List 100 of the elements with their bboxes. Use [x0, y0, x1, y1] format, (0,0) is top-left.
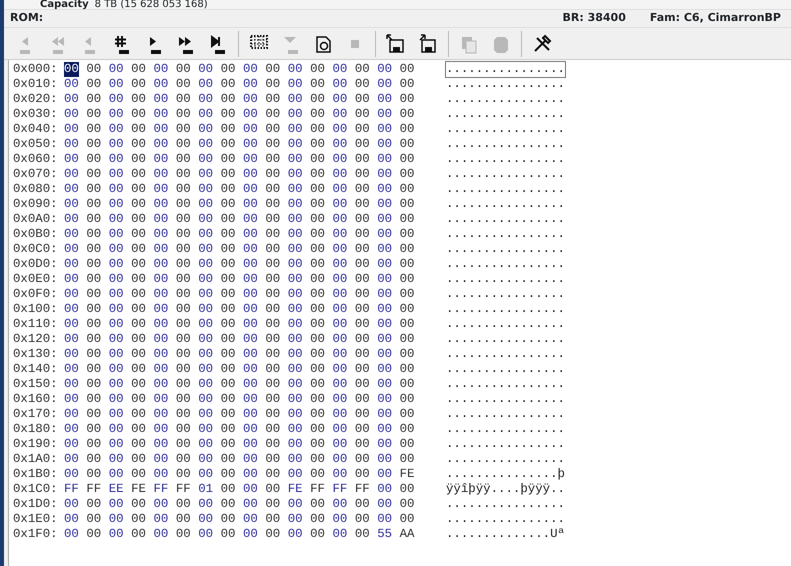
hex-byte: 00 [332, 437, 348, 452]
hex-byte: 00 [108, 227, 124, 242]
hex-byte: 00 [108, 92, 124, 107]
hex-byte: FF [64, 482, 79, 497]
floppy-arrow-icon[interactable] [385, 32, 407, 54]
hex-byte: 00 [108, 77, 124, 92]
hex-byte: 00 [64, 107, 79, 122]
hex-byte: 00 [310, 302, 325, 317]
hex-byte: 01 [198, 482, 214, 497]
hex-byte: 00 [86, 467, 102, 482]
hex-byte: 00 [176, 137, 191, 152]
hex-byte: 00 [86, 62, 102, 77]
hex-byte: 00 [243, 257, 258, 272]
address-text: 0x030: [13, 107, 59, 122]
hex-byte: 00 [176, 62, 191, 77]
hex-byte: 00 [400, 272, 414, 287]
hex-byte: 00 [243, 467, 258, 482]
hex-byte: 00 [108, 362, 124, 377]
hex-byte: 00 [131, 107, 146, 122]
hex-byte: 00 [400, 422, 414, 437]
hex-byte: 00 [400, 362, 414, 377]
hex-byte: 00 [154, 362, 168, 377]
hex-byte: 00 [198, 452, 214, 467]
hex-byte: 00 [176, 317, 191, 332]
hex-byte: 00 [108, 377, 124, 392]
hex-byte: 00 [154, 377, 168, 392]
hex-byte: 00 [377, 377, 392, 392]
hex-byte: 00 [220, 527, 236, 542]
address-text: 0x000: [13, 62, 59, 77]
hex-byte: 00 [198, 107, 214, 122]
ascii-text: ................ [446, 62, 565, 77]
hex-byte: 00 [220, 152, 236, 167]
hex-byte: 00 [154, 107, 168, 122]
hex-byte: 00 [400, 497, 414, 512]
hex-byte: 00 [86, 422, 102, 437]
hex-byte: 00 [86, 167, 102, 182]
hex-byte: 00 [64, 77, 79, 92]
hex-byte: 00 [400, 77, 414, 92]
hex-byte: 00 [377, 197, 392, 212]
floppy-arrow-icon[interactable] [417, 32, 439, 54]
hex-byte: 00 [64, 227, 79, 242]
hex-byte: 00 [154, 182, 168, 197]
hex-byte: 00 [243, 302, 258, 317]
hex-byte: 00 [86, 302, 102, 317]
hex-byte: 00 [265, 257, 280, 272]
hex-byte: 00 [131, 302, 146, 317]
hex-byte: 00 [220, 257, 236, 272]
hex-byte: 00 [154, 422, 168, 437]
hex-byte: 00 [243, 197, 258, 212]
hex-byte: 00 [108, 407, 124, 422]
hex-byte: 55 [377, 527, 392, 542]
hex-byte: 00 [176, 182, 191, 197]
hex-byte: 00 [154, 287, 168, 302]
ascii-text: ...............þ [446, 467, 565, 482]
hex-byte: 00 [310, 107, 325, 122]
hex-byte: 00 [131, 392, 146, 407]
hex-byte: 00 [243, 77, 258, 92]
hex-byte: 00 [243, 482, 258, 497]
hex-byte: 00 [400, 182, 414, 197]
hex-byte: 00 [154, 437, 168, 452]
hex-byte: 00 [131, 182, 146, 197]
hex-byte: 00 [354, 212, 370, 227]
hex-byte: 00 [220, 272, 236, 287]
hex-byte: 00 [176, 347, 191, 362]
hex-byte: FF [86, 482, 102, 497]
hex-byte: 00 [220, 287, 236, 302]
hex-byte: 00 [176, 92, 191, 107]
hex-byte: 00 [64, 437, 79, 452]
hex-byte: 00 [400, 137, 414, 152]
hex-byte: 00 [108, 107, 124, 122]
hex-byte: 00 [310, 362, 325, 377]
hex-byte: 00 [86, 182, 102, 197]
address-text: 0x0D0: [13, 257, 59, 272]
hex-byte: 00 [220, 77, 236, 92]
hex-byte: 00 [400, 437, 414, 452]
hex-byte: 00 [354, 452, 370, 467]
hex-byte: 00 [243, 152, 258, 167]
hex-byte: 00 [198, 227, 214, 242]
hex-byte: 00 [332, 137, 348, 152]
hex-byte: 00 [288, 332, 303, 347]
hex-byte: FF [310, 482, 325, 497]
hex-byte: 00 [265, 467, 280, 482]
hex-byte: 00 [176, 257, 191, 272]
ascii-text: ÿÿîþÿÿ....þÿÿÿ.. [446, 482, 565, 497]
hex-byte: 00 [265, 152, 280, 167]
hex-byte: 00 [332, 362, 348, 377]
hex-byte: 00 [108, 452, 124, 467]
hex-byte: 00 [288, 467, 303, 482]
hex-byte: 00 [64, 272, 79, 287]
hex-byte: 00 [354, 137, 370, 152]
hex-byte: 00 [86, 77, 102, 92]
hex-byte: 00 [176, 377, 191, 392]
hex-byte: 00 [288, 107, 303, 122]
hex-byte: 00 [288, 407, 303, 422]
hex-byte: 00 [288, 527, 303, 542]
hex-byte: 00 [265, 62, 280, 77]
hex-byte: 00 [154, 392, 168, 407]
hex-byte: 00 [64, 407, 79, 422]
hex-byte: 00 [310, 407, 325, 422]
hex-byte: 00 [310, 437, 325, 452]
